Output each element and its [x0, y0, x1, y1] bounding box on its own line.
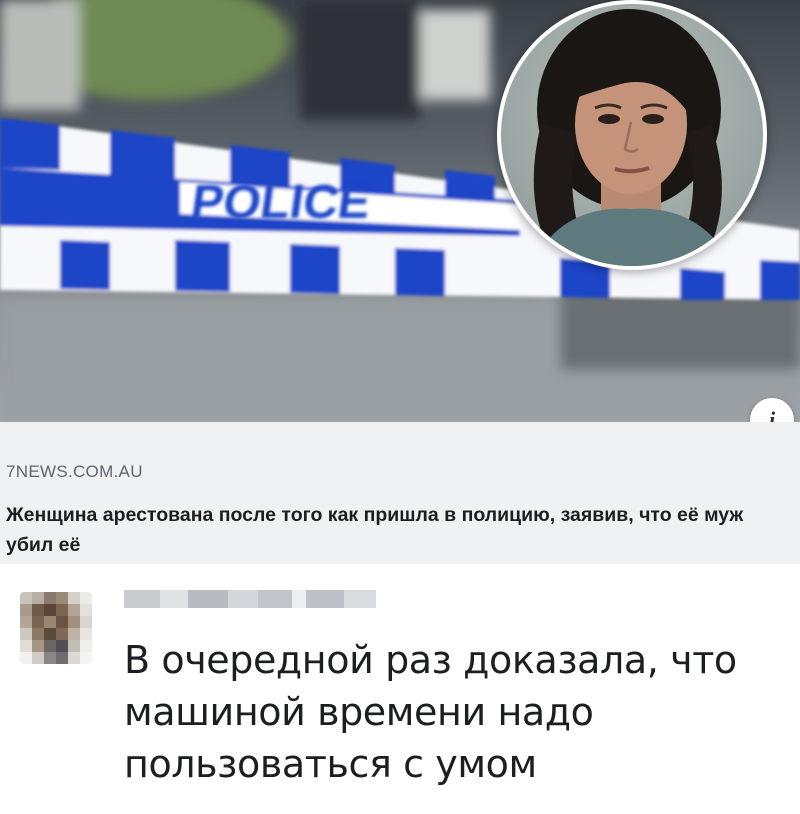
- info-icon: i: [768, 407, 776, 422]
- comment-text: В очередной раз доказала, что машиной вр…: [124, 638, 737, 786]
- link-title[interactable]: Женщина арестована после того как пришла…: [6, 500, 786, 560]
- mugshot-photo: [497, 0, 767, 270]
- link-preview[interactable]: 7NEWS.COM.AU Женщина арестована после то…: [0, 422, 800, 565]
- comment: В очередной раз доказала, что машиной вр…: [0, 564, 800, 814]
- avatar[interactable]: [20, 592, 92, 664]
- article-image[interactable]: POLICE i: [0, 0, 800, 422]
- commenter-name-redacted[interactable]: [124, 590, 376, 608]
- link-source: 7NEWS.COM.AU: [6, 462, 143, 481]
- tape-text: POLICE: [188, 175, 374, 229]
